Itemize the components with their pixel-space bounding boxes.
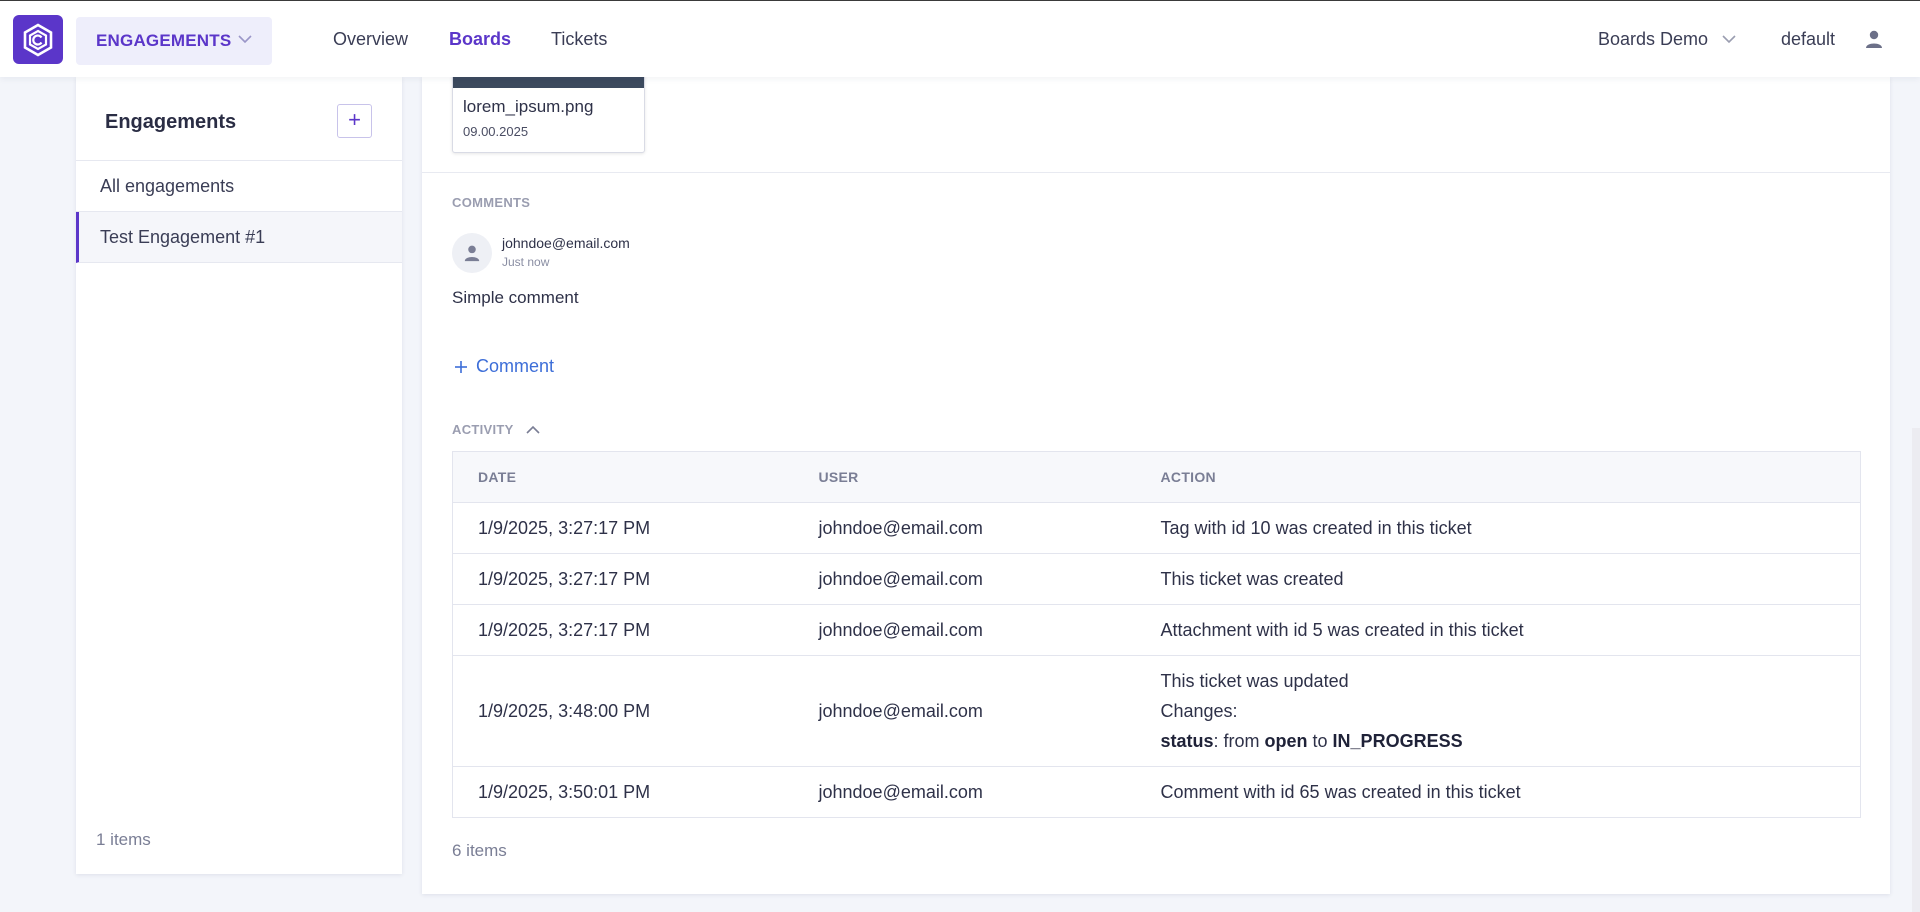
activity-action: Tag with id 10 was created in this ticke…	[1135, 502, 1861, 554]
table-row: 1/9/2025, 3:27:17 PM johndoe@email.com T…	[452, 502, 1861, 554]
sidebar-item-all-engagements[interactable]: All engagements	[76, 161, 402, 212]
activity-action: Comment with id 65 was created in this t…	[1135, 766, 1861, 818]
activity-action: This ticket was created	[1135, 553, 1861, 605]
activity-action: Attachment with id 5 was created in this…	[1135, 604, 1861, 656]
sidebar-title: Engagements	[105, 111, 237, 133]
engagements-sidebar: Engagements + All engagements Test Engag…	[76, 77, 402, 874]
change-to-word: to	[1307, 731, 1333, 751]
user-menu-button[interactable]	[1864, 29, 1884, 54]
page-scrollbar[interactable]	[1912, 428, 1920, 912]
change-from-value: open	[1264, 731, 1308, 751]
user-icon	[1866, 30, 1882, 48]
table-row: 1/9/2025, 3:50:01 PM johndoe@email.com C…	[452, 766, 1861, 818]
board-selector[interactable]: Boards Demo	[1598, 29, 1736, 50]
comment-author: johndoe@email.com	[502, 235, 630, 251]
nav-boards[interactable]: Boards	[449, 29, 511, 50]
top-bar: ENGAGEMENTS Overview Boards Tickets Boar…	[0, 0, 1920, 77]
table-row: 1/9/2025, 3:27:17 PM johndoe@email.com A…	[452, 604, 1861, 656]
divider	[422, 172, 1890, 173]
activity-action: This ticket was updated Changes: status:…	[1135, 655, 1861, 767]
activity-user: johndoe@email.com	[793, 502, 1136, 554]
change-details: This ticket was updated Changes: status:…	[1161, 666, 1861, 756]
activity-user: johndoe@email.com	[793, 604, 1136, 656]
activity-date: 1/9/2025, 3:27:17 PM	[452, 502, 794, 554]
change-separator: : from	[1213, 731, 1265, 751]
avatar	[452, 233, 492, 273]
chevron-up-icon	[526, 425, 540, 434]
board-selector-label: Boards Demo	[1598, 29, 1709, 49]
change-to-value: IN_PROGRESS	[1332, 731, 1463, 751]
module-switcher-label: ENGAGEMENTS	[96, 31, 232, 50]
activity-date: 1/9/2025, 3:27:17 PM	[452, 553, 794, 605]
activity-action-text: This ticket was updated	[1160, 671, 1349, 691]
activity-table: DATE USER ACTION 1/9/2025, 3:27:17 PM jo…	[452, 451, 1861, 818]
changes-label: Changes:	[1160, 701, 1238, 721]
comments-section-label: COMMENTS	[452, 195, 531, 210]
activity-section-toggle[interactable]: ACTIVITY	[452, 422, 540, 437]
user-icon	[464, 245, 480, 262]
add-comment-button[interactable]: Comment	[454, 356, 554, 377]
activity-user: johndoe@email.com	[793, 655, 1136, 767]
module-switcher[interactable]: ENGAGEMENTS	[76, 17, 272, 65]
nav-tickets[interactable]: Tickets	[551, 29, 607, 50]
attachment-date: 09.00.2025	[463, 124, 529, 139]
attachment-filename: lorem_ipsum.png	[463, 97, 594, 116]
column-header-action[interactable]: ACTION	[1135, 451, 1861, 503]
change-field: status	[1160, 731, 1214, 751]
activity-date: 1/9/2025, 3:50:01 PM	[452, 766, 794, 818]
add-engagement-button[interactable]: +	[337, 104, 372, 138]
sidebar-item-test-engagement-1[interactable]: Test Engagement #1	[76, 212, 402, 263]
activity-date: 1/9/2025, 3:48:00 PM	[452, 655, 794, 767]
attachment-card[interactable]: lorem_ipsum.png 09.00.2025	[452, 73, 645, 153]
activity-user: johndoe@email.com	[793, 766, 1136, 818]
app-logo-hexagon-icon	[23, 22, 53, 57]
table-header-row: DATE USER ACTION	[452, 451, 1861, 503]
table-row: 1/9/2025, 3:48:00 PM johndoe@email.com T…	[452, 655, 1861, 767]
plus-icon	[455, 360, 467, 373]
add-comment-label: Comment	[476, 356, 555, 376]
chevron-down-icon	[1722, 35, 1736, 44]
change-line: status: from open to IN_PROGRESS	[1161, 726, 1861, 756]
comment-body: Simple comment	[452, 288, 579, 307]
activity-section-label: ACTIVITY	[452, 422, 514, 437]
app-logo[interactable]	[13, 15, 63, 64]
chevron-down-icon	[238, 35, 252, 44]
table-row: 1/9/2025, 3:27:17 PM johndoe@email.com T…	[452, 553, 1861, 605]
tenant-name: default	[1781, 29, 1836, 49]
sidebar-item-label: All engagements	[100, 176, 235, 196]
sidebar-item-count: 1 items	[96, 830, 151, 849]
nav-overview[interactable]: Overview	[333, 29, 408, 50]
activity-item-count: 6 items	[452, 841, 507, 860]
sidebar-item-label: Test Engagement #1	[100, 227, 266, 247]
comment-timestamp: Just now	[502, 255, 550, 269]
activity-user: johndoe@email.com	[793, 553, 1136, 605]
activity-date: 1/9/2025, 3:27:17 PM	[452, 604, 794, 656]
column-header-user[interactable]: USER	[793, 451, 1136, 503]
ticket-detail-panel: lorem_ipsum.png 09.00.2025 COMMENTS john…	[422, 73, 1890, 894]
column-header-date[interactable]: DATE	[452, 451, 794, 503]
